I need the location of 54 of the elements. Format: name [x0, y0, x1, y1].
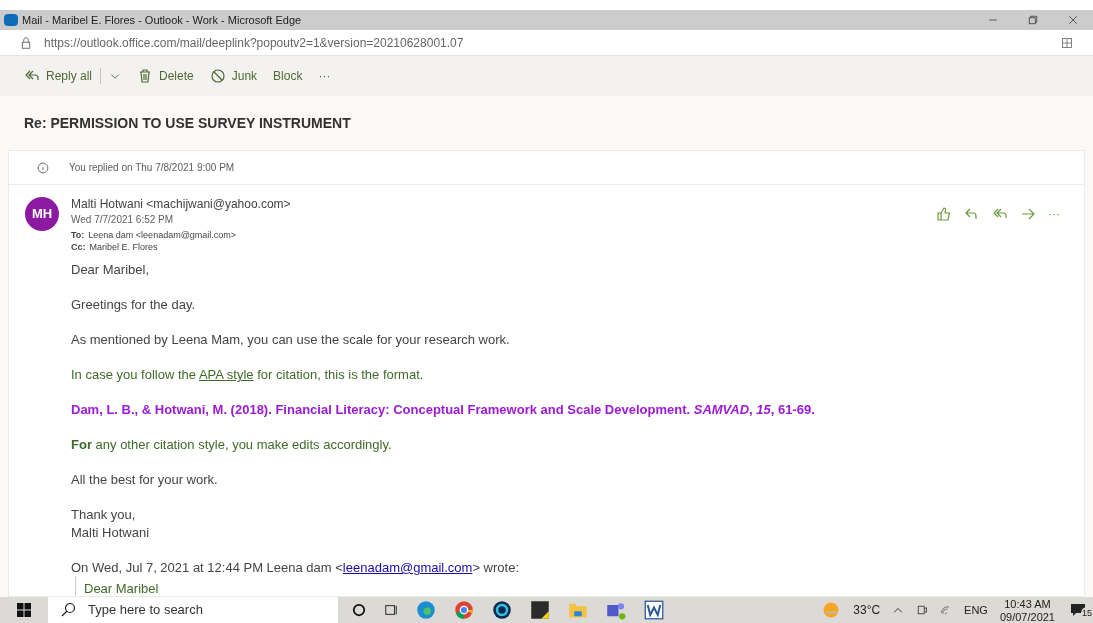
email-paragraph: On Wed, Jul 7, 2021 at 12:44 PM Leena dam <leenadam@gmail.com> wrote: — [71, 559, 520, 577]
email-paragraph: Dear Maribel, — [71, 261, 151, 279]
to-recipient: Leena dam <leenadam@gmail.com> — [88, 230, 237, 240]
lock-icon — [20, 36, 32, 49]
email-paragraph: Dam, L. B., & Hotwani, M. (2018). Financial Literacy: Conceptual Framework and Scale Development. SAMVAD, 15, 61-69. — [71, 401, 816, 419]
toolbar-button[interactable]: Block — [273, 67, 303, 85]
email-paragraph: Thank you, Malti Hotwani — [71, 506, 151, 542]
forward-icon — [1020, 206, 1036, 222]
restore-icon — [1027, 14, 1039, 26]
toolbar-button[interactable]: Delete — [137, 67, 194, 85]
email-paragraph: All the best for your work. — [71, 471, 219, 489]
email-paragraph: For any other citation style, you make edits accordingly. — [71, 436, 393, 454]
toolbar-button[interactable]: Reply all — [24, 67, 93, 85]
like-button[interactable] — [936, 206, 952, 222]
reply-notice: You replied on Thu 7/8/2021 9:00 PM — [69, 161, 235, 175]
cc-label: Cc: — [71, 242, 86, 252]
info-icon — [37, 161, 49, 174]
cc-recipient: Maribel E. Flores — [89, 242, 158, 252]
email-paragraph: In case you follow the APA style for citation, this is the format. — [71, 366, 425, 384]
sender: Malti Hotwani <machijwani@yahoo.com> — [71, 197, 291, 212]
url-text: https://outlook.office.com/mail/deeplink?popoutv2=1&version=20210628001.07 — [44, 34, 464, 52]
search-icon — [60, 602, 76, 618]
close-icon — [1067, 14, 1079, 26]
email-paragraph: Greetings for the day. — [71, 296, 197, 314]
to-label: To: — [71, 230, 85, 240]
taskbar-search[interactable]: Type here to search — [48, 597, 338, 623]
forward-button[interactable] — [1020, 206, 1036, 222]
reply-button[interactable] — [964, 206, 980, 222]
more-button[interactable]: ··· — [1048, 205, 1060, 223]
sticky-notes-icon[interactable] — [530, 600, 550, 620]
reply-icon — [964, 206, 980, 222]
block-icon — [209, 68, 226, 84]
teams-icon[interactable] — [606, 600, 626, 620]
clock-time: 10:43 AM — [1004, 598, 1051, 611]
email-subject: Re: PERMISSION TO USE SURVEY INSTRUMENT — [23, 113, 352, 133]
more-button[interactable]: ··· — [318, 67, 331, 85]
cortana-icon — [352, 603, 366, 617]
clock-date: 09/07/2021 — [999, 611, 1055, 623]
toolbar-button[interactable]: Junk — [209, 67, 258, 85]
windows-icon — [16, 602, 32, 618]
word-icon[interactable] — [644, 600, 664, 620]
email-link[interactable]: leenadam@gmail.com — [342, 560, 473, 575]
quoted-text: Dear Maribel — [84, 581, 159, 596]
reader-view-icon — [1061, 36, 1073, 49]
window-title: Mail - Maribel E. Flores - Outlook - Work - Microsoft Edge — [22, 12, 302, 28]
email-paragraph: As mentioned by Leena Mam, you can use the scale for your research work. — [71, 331, 511, 349]
avatar: MH — [25, 197, 59, 231]
task-view-icon — [384, 603, 398, 617]
chrome-icon[interactable] — [454, 600, 474, 620]
temperature: 33°C — [853, 602, 881, 619]
thumbs-up-icon — [936, 206, 952, 222]
email-link[interactable]: APA style — [198, 367, 254, 382]
sent-date: Wed 7/7/2021 6:52 PM — [71, 213, 175, 227]
language-indicator[interactable]: ENG — [964, 601, 988, 619]
